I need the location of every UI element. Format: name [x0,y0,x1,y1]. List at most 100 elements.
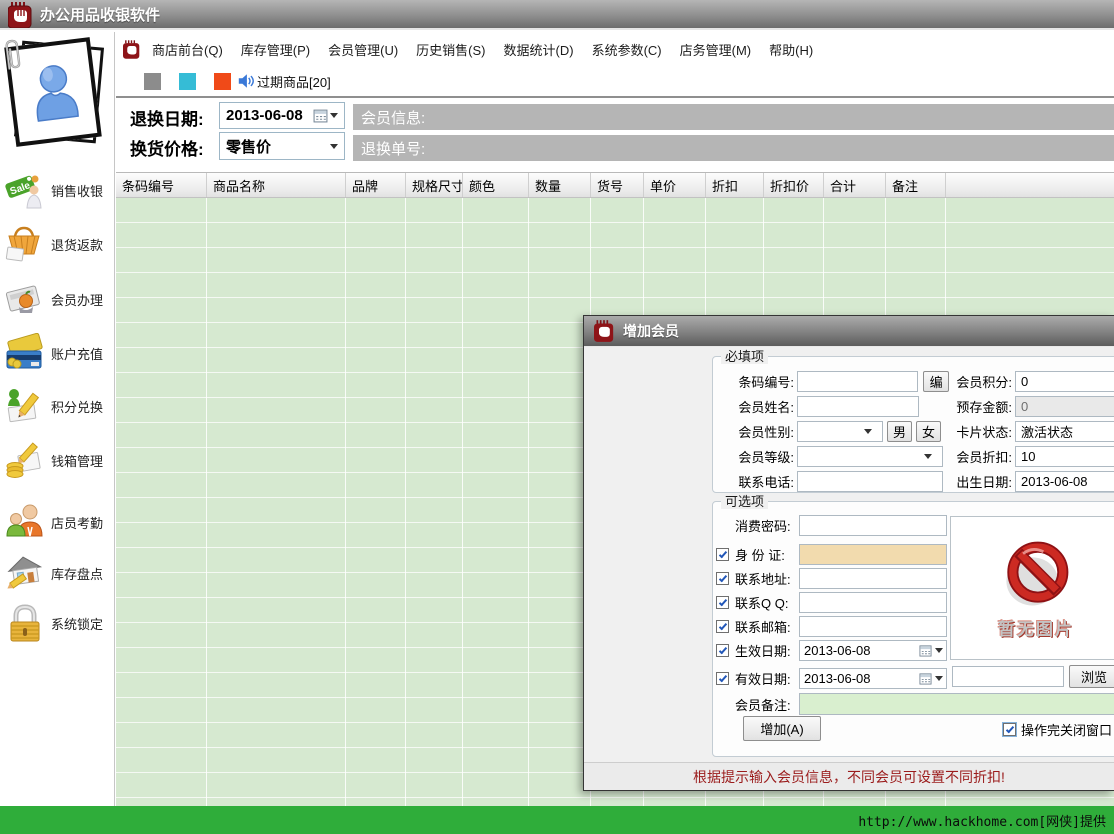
sidebar-item-label: 钱箱管理 [51,451,103,470]
column-header[interactable]: 折扣 [706,173,764,197]
date-dropdown-arrow-icon[interactable] [330,113,338,118]
column-header[interactable]: 数量 [529,173,591,197]
sidebar-item-cashbox-management[interactable]: 钱箱管理 [0,436,115,484]
browse-button[interactable]: 浏览 [1069,665,1114,688]
email-input[interactable] [799,616,947,637]
start-date-checkbox[interactable] [716,644,729,657]
qq-checkbox[interactable] [716,596,729,609]
column-header[interactable]: 备注 [886,173,946,197]
sidebar-item-staff-attendance[interactable]: 店员考勤 [0,498,115,546]
sidebar-item-label: 店员考勤 [51,513,103,532]
male-button[interactable]: 男 [887,421,912,442]
female-button[interactable]: 女 [916,421,941,442]
member-photo-box: 暂无图片 [950,516,1114,660]
column-header[interactable]: 货号 [591,173,644,197]
birth-date-input[interactable]: 2013-06-08 [1015,471,1114,492]
column-header[interactable]: 单价 [644,173,706,197]
id-input[interactable] [799,544,947,565]
sidebar-item-sales-checkout[interactable]: Sale 销售收银 [0,166,115,214]
member-discount-input[interactable]: 10 [1015,446,1114,467]
menu-item-system-params[interactable]: 系统参数(C) [592,36,662,63]
email-checkbox[interactable] [716,620,729,633]
required-fields-group: 必填项 条码编号: 编 会员积分: 0 会员姓名: [712,356,1114,493]
member-name-label: 会员姓名: [713,397,797,416]
phone-label: 联系电话: [713,472,797,491]
app-logo-icon [8,2,32,28]
column-header[interactable]: 颜色 [463,173,529,197]
start-date-input[interactable]: 2013-06-08 [799,640,947,661]
end-date-label: 有效日期: [735,669,799,688]
remark-input[interactable] [799,693,1114,715]
dialog-titlebar[interactable]: 增加会员 [584,316,1114,347]
calendar-icon[interactable] [919,672,932,685]
menu-item-help[interactable]: 帮助(H) [769,36,813,63]
sidebar-item-label: 账户充值 [51,344,103,363]
price-dropdown-arrow-icon[interactable] [330,144,338,149]
password-input[interactable] [799,515,947,536]
recharge-cards-icon [5,333,45,373]
column-header[interactable]: 条码编号 [116,173,207,197]
credit-text: http://www.hackhome.com[网侠]提供 [858,811,1106,830]
member-info-bar: 会员信息: [353,104,1114,130]
gender-dropdown-arrow-icon[interactable] [864,429,872,434]
menu-item-statistics[interactable]: 数据统计(D) [504,36,574,63]
calendar-icon[interactable] [919,644,932,657]
column-header[interactable]: 合计 [824,173,886,197]
menu-item-members[interactable]: 会员管理(U) [328,36,398,63]
speaker-icon[interactable] [237,72,255,90]
sidebar-item-points-exchange[interactable]: 积分兑换 [0,382,115,430]
sidebar-item-member-service[interactable]: 会员办理 [0,275,115,323]
close-on-complete-label: 操作完关闭窗口 [1021,720,1112,739]
system-lock-icon [5,603,45,643]
close-on-complete-checkbox[interactable] [1003,723,1016,736]
phone-input[interactable] [797,471,943,492]
start-date-dropdown-arrow-icon[interactable] [935,648,943,653]
member-name-input[interactable] [797,396,919,417]
member-discount-label: 会员折扣: [953,447,1015,466]
card-status-input[interactable]: 激活状态 [1015,421,1114,442]
add-member-button[interactable]: 增加(A) [743,716,821,741]
id-label: 身 份 证: [735,545,799,564]
column-header[interactable]: 品牌 [346,173,406,197]
menu-item-store-management[interactable]: 店务管理(M) [680,36,752,63]
end-date-dropdown-arrow-icon[interactable] [935,676,943,681]
photo-path-input[interactable] [952,666,1064,687]
level-dropdown-arrow-icon[interactable] [924,454,932,459]
member-level-select[interactable] [797,446,943,467]
end-date-checkbox[interactable] [716,672,729,685]
dialog-title: 增加会员 [623,321,679,341]
start-date-value: 2013-06-08 [804,643,871,658]
legend-gray-square [144,73,161,90]
menu-item-inventory[interactable]: 库存管理(P) [241,36,310,63]
sale-tag-icon: Sale [5,170,45,210]
barcode-input[interactable] [797,371,918,392]
address-input[interactable] [799,568,947,589]
qq-input[interactable] [799,592,947,613]
column-header-filler [946,173,1114,197]
sidebar-item-account-recharge[interactable]: 账户充值 [0,329,115,377]
end-date-input[interactable]: 2013-06-08 [799,668,947,689]
sidebar-item-stock-check[interactable]: 库存盘点 [0,549,115,597]
gender-select[interactable] [797,421,883,442]
menu-item-sales-history[interactable]: 历史销售(S) [416,36,485,63]
calendar-icon[interactable] [313,108,328,123]
return-date-input[interactable]: 2013-06-08 [219,102,345,129]
dialog-body: 必填项 条码编号: 编 会员积分: 0 会员姓名: [584,348,1114,762]
close-on-complete-option[interactable]: 操作完关闭窗口 [1003,720,1112,739]
column-header[interactable]: 折扣价 [764,173,824,197]
exchange-price-label: 换货价格: [130,135,204,160]
sidebar-item-label: 库存盘点 [51,564,103,583]
sidebar-item-system-lock[interactable]: 系统锁定 [0,599,115,647]
expired-goods-label[interactable]: 过期商品[20] [257,72,331,91]
points-input[interactable]: 0 [1015,371,1114,392]
edit-barcode-button[interactable]: 编 [923,371,949,392]
column-header[interactable]: 商品名称 [207,173,346,197]
column-header[interactable]: 规格尺寸 [406,173,463,197]
exchange-price-select[interactable]: 零售价 [219,132,345,160]
menu-item-store-front[interactable]: 商店前台(Q) [152,36,223,63]
address-checkbox[interactable] [716,572,729,585]
id-checkbox[interactable] [716,548,729,561]
table-header: 条码编号 商品名称 品牌 规格尺寸 颜色 数量 货号 单价 折扣 折扣价 合计 … [116,172,1114,198]
bottom-status-bar: http://www.hackhome.com[网侠]提供 [0,806,1114,834]
sidebar-item-return-refund[interactable]: 退货返款 [0,220,115,268]
